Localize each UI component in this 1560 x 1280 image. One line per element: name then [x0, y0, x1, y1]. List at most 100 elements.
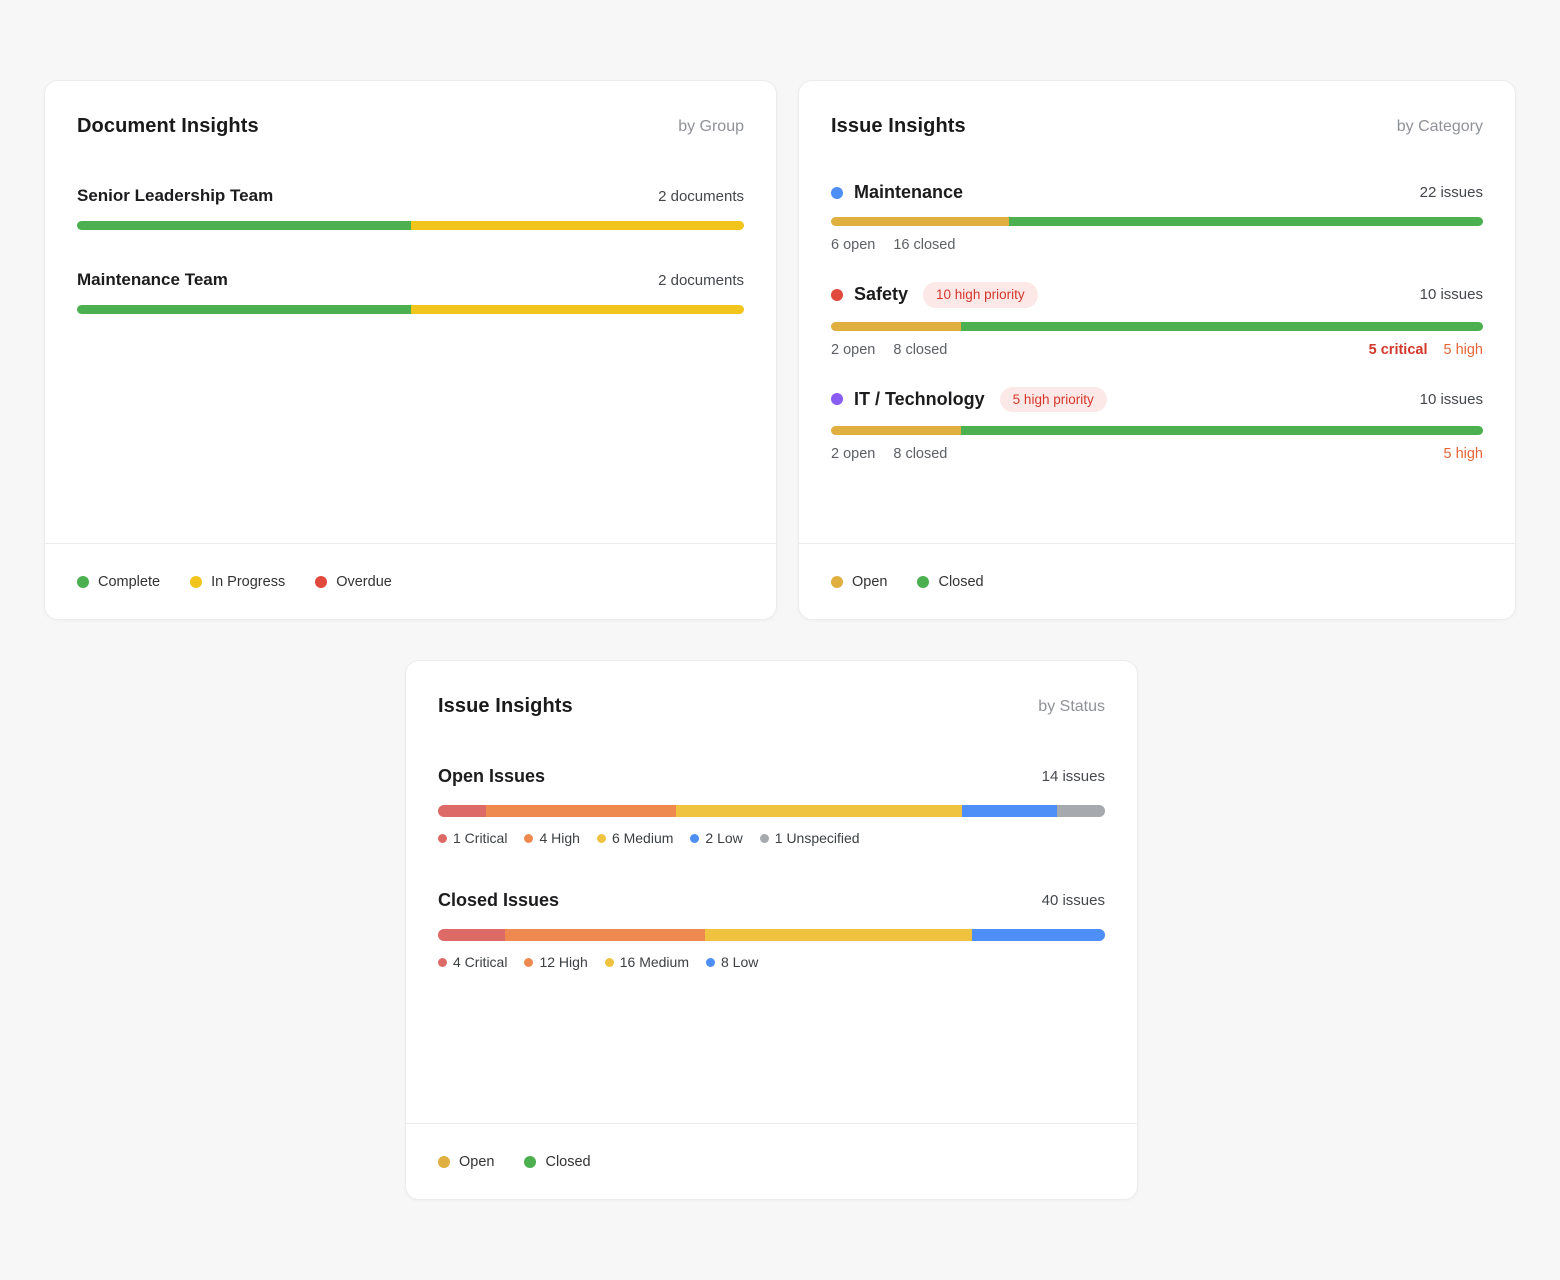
segment-low: [972, 929, 1105, 941]
severity-legend-label: 2 Low: [705, 830, 742, 846]
document-insights-card: Document Insights by Group Senior Leader…: [44, 80, 777, 620]
status-section-open-issues: Open Issues 14 issues 1 Critical: [438, 766, 1105, 846]
group-document-count: 2 documents: [658, 188, 744, 205]
open-closed-stats: 2 open 8 closed 5 critical 5 high: [831, 342, 1483, 358]
segment-open: [831, 217, 1009, 226]
group-label: Maintenance Team: [77, 270, 228, 290]
severity-legend-label: 12 High: [539, 954, 587, 970]
segment-high: [486, 805, 677, 817]
status-card-title: Issue Insights: [438, 695, 573, 718]
open-dot-icon: [831, 576, 843, 588]
severity-legend-label: 16 Medium: [620, 954, 689, 970]
category-dot-icon: [831, 393, 843, 405]
document-group-row-senior-leadership: Senior Leadership Team 2 documents: [77, 186, 744, 230]
legend-item-closed: Closed: [917, 574, 983, 590]
low-dot-icon: [706, 958, 715, 967]
status-card-body: Open Issues 14 issues 1 Critical: [406, 718, 1137, 1123]
status-issue-count: 40 issues: [1042, 892, 1105, 909]
category-card-header: Issue Insights by Category: [799, 81, 1515, 138]
category-card-body: Maintenance 22 issues 6 open 16 closed: [799, 138, 1515, 543]
closed-count: 16 closed: [893, 237, 955, 253]
high-dot-icon: [524, 834, 533, 843]
unspecified-dot-icon: [760, 834, 769, 843]
medium-dot-icon: [605, 958, 614, 967]
severity-legend: 4 Critical 12 High 16 Medium 8 Low: [438, 954, 1105, 970]
stats-right: 5 critical 5 high: [1369, 342, 1483, 358]
segment-closed: [1009, 217, 1483, 226]
category-label: IT / Technology: [854, 389, 985, 410]
group-row-header: Senior Leadership Team 2 documents: [77, 186, 744, 206]
category-label: Safety: [854, 284, 908, 305]
category-label: Maintenance: [854, 182, 963, 203]
status-section-label: Open Issues: [438, 766, 545, 787]
segment-closed: [961, 322, 1483, 331]
status-card-subtitle: by Status: [1038, 698, 1105, 716]
open-closed-bar: [831, 217, 1483, 226]
stats-right: 5 high: [1443, 446, 1483, 462]
document-card-subtitle: by Group: [678, 118, 744, 136]
segment-closed: [961, 426, 1483, 435]
closed-count: 8 closed: [893, 446, 947, 462]
high-priority-badge: 5 high priority: [1000, 387, 1107, 413]
severity-legend-label: 8 Low: [721, 954, 758, 970]
high-priority-badge: 10 high priority: [923, 282, 1038, 308]
category-row-safety: Safety 10 high priority 10 issues 2 open…: [831, 282, 1483, 358]
severity-legend-item-medium: 16 Medium: [605, 954, 689, 970]
open-count: 2 open: [831, 446, 875, 462]
severity-legend-item-critical: 1 Critical: [438, 830, 507, 846]
insights-dashboard: Document Insights by Group Senior Leader…: [0, 0, 1560, 1280]
open-count: 6 open: [831, 237, 875, 253]
category-issue-count: 10 issues: [1420, 391, 1483, 408]
category-card-legend: Open Closed: [799, 543, 1515, 619]
document-status-bar: [77, 221, 744, 230]
low-dot-icon: [690, 834, 699, 843]
severity-legend: 1 Critical 4 High 6 Medium 2 Low: [438, 830, 1105, 846]
stats-left: 2 open 8 closed: [831, 342, 947, 358]
severity-legend-item-low: 2 Low: [690, 830, 742, 846]
severity-legend-label: 1 Critical: [453, 830, 507, 846]
legend-item-closed: Closed: [524, 1154, 590, 1170]
document-card-body: Senior Leadership Team 2 documents Maint…: [45, 138, 776, 543]
severity-legend-item-high: 4 High: [524, 830, 579, 846]
segment-open: [831, 426, 961, 435]
severity-legend-label: 6 Medium: [612, 830, 673, 846]
legend-item-open: Open: [831, 574, 887, 590]
category-row-it-technology: IT / Technology 5 high priority 10 issue…: [831, 387, 1483, 463]
legend-label: Open: [852, 574, 887, 590]
severity-stacked-bar: [438, 929, 1105, 941]
document-status-bar: [77, 305, 744, 314]
document-card-title: Document Insights: [77, 115, 259, 138]
segment-low: [962, 805, 1057, 817]
legend-item-complete: Complete: [77, 574, 160, 590]
legend-item-overdue: Overdue: [315, 574, 392, 590]
severity-legend-item-unspecified: 1 Unspecified: [760, 830, 860, 846]
critical-count: 5 critical: [1369, 342, 1428, 358]
legend-label: Complete: [98, 574, 160, 590]
stats-left: 2 open 8 closed: [831, 446, 947, 462]
status-section-label: Closed Issues: [438, 890, 559, 911]
status-section-header: Closed Issues 40 issues: [438, 890, 1105, 911]
document-card-legend: Complete In Progress Overdue: [45, 543, 776, 619]
status-card-legend: Open Closed: [406, 1123, 1137, 1199]
category-card-title: Issue Insights: [831, 115, 966, 138]
segment-in-progress: [411, 305, 745, 314]
open-closed-stats: 6 open 16 closed: [831, 237, 1483, 253]
category-row-maintenance: Maintenance 22 issues 6 open 16 closed: [831, 182, 1483, 253]
document-group-row-maintenance-team: Maintenance Team 2 documents: [77, 270, 744, 314]
severity-legend-item-high: 12 High: [524, 954, 587, 970]
open-closed-bar: [831, 322, 1483, 331]
segment-critical: [438, 929, 505, 941]
severity-legend-item-medium: 6 Medium: [597, 830, 673, 846]
segment-medium: [705, 929, 972, 941]
status-issue-count: 14 issues: [1042, 768, 1105, 785]
critical-dot-icon: [438, 834, 447, 843]
stats-left: 6 open 16 closed: [831, 237, 955, 253]
segment-medium: [676, 805, 962, 817]
category-dot-icon: [831, 289, 843, 301]
severity-legend-label: 1 Unspecified: [775, 830, 860, 846]
high-count: 5 high: [1443, 446, 1483, 462]
complete-dot-icon: [77, 576, 89, 588]
category-dot-icon: [831, 187, 843, 199]
segment-in-progress: [411, 221, 745, 230]
status-card-header: Issue Insights by Status: [406, 661, 1137, 718]
